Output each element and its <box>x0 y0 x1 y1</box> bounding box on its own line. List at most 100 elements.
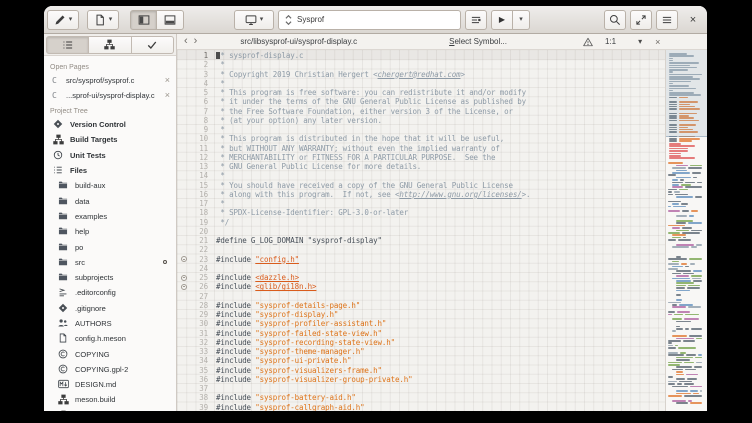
run-button[interactable]: ▶ <box>491 10 513 30</box>
gutter-diagnostic-cell[interactable] <box>177 403 190 412</box>
device-menu-button[interactable]: ▾ <box>234 10 274 30</box>
gutter-diagnostic-cell[interactable] <box>177 116 190 125</box>
code-line[interactable]: 36#include "sysprof-visualizer-group-pri… <box>177 375 665 384</box>
code-line[interactable]: 24 <box>177 264 665 273</box>
tree-item-src[interactable]: src <box>44 255 176 270</box>
gutter-diagnostic-cell[interactable] <box>177 60 190 69</box>
gutter-diagnostic-cell[interactable] <box>177 366 190 375</box>
tree-item-design-md[interactable]: DESIGN.md <box>44 377 176 392</box>
code-line[interactable]: 10 * This program is distributed in the … <box>177 134 665 143</box>
tree-item-meson-build[interactable]: meson.build <box>44 392 176 407</box>
gutter-diagnostic-cell[interactable] <box>177 181 190 190</box>
gutter-diagnostic-cell[interactable] <box>177 236 190 245</box>
gutter-diagnostic-cell[interactable] <box>177 70 190 79</box>
tree-item-help[interactable]: help <box>44 224 176 239</box>
code-line[interactable]: 8 * (at your option) any later version. <box>177 116 665 125</box>
code-line[interactable]: 35#include "sysprof-visualizers-frame.h" <box>177 366 665 375</box>
tree-item--gitignore[interactable]: .gitignore <box>44 301 176 316</box>
open-page-row[interactable]: C...sprof-ui/sysprof-display.c× <box>44 88 176 103</box>
sidebar-scroll[interactable]: Open Pages Csrc/sysprof/sysprof.c×C...sp… <box>44 56 176 411</box>
gutter-diagnostic-cell[interactable] <box>177 310 190 319</box>
code-line[interactable]: 16 * along with this program. If not, se… <box>177 190 665 199</box>
tree-item-subprojects[interactable]: subprojects <box>44 270 176 285</box>
gutter-diagnostic-cell[interactable] <box>177 375 190 384</box>
tree-item-files[interactable]: Files <box>44 163 176 178</box>
code-line[interactable]: 3 * Copyright 2019 Christian Hergert <ch… <box>177 70 665 79</box>
gutter-diagnostic-cell[interactable] <box>177 393 190 402</box>
gutter-diagnostic-cell[interactable] <box>177 301 190 310</box>
select-symbol-button[interactable]: Select Symbol... <box>449 37 507 46</box>
window-close-button[interactable]: × <box>686 14 700 26</box>
tree-item-copying-gpl-2[interactable]: COPYING.gpl-2 <box>44 362 176 377</box>
gutter-diagnostic-cell[interactable] <box>177 218 190 227</box>
code-line[interactable]: 18 * SPDX-License-Identifier: GPL-3.0-or… <box>177 208 665 217</box>
code-line[interactable]: 39#include "sysprof-callgraph-aid.h" <box>177 403 665 412</box>
goto-line-dropdown[interactable]: ▾ <box>638 38 642 46</box>
search-button[interactable] <box>604 10 626 30</box>
fullscreen-button[interactable] <box>630 10 652 30</box>
gutter-diagnostic-cell[interactable] <box>177 125 190 134</box>
gutter-diagnostic-cell[interactable] <box>177 153 190 162</box>
code-line[interactable]: 6 * it under the terms of the GNU Genera… <box>177 97 665 106</box>
code-line[interactable]: 34#include "sysprof-ui-private.h" <box>177 356 665 365</box>
forward-button[interactable]: › <box>191 36 201 47</box>
tab-tests[interactable] <box>132 36 174 54</box>
include-mark-icon[interactable] <box>181 284 187 290</box>
minimap-viewport[interactable] <box>666 50 707 137</box>
code-line[interactable]: 12 * MERCHANTABILITY or FITNESS FOR A PA… <box>177 153 665 162</box>
gutter-diagnostic-cell[interactable] <box>177 144 190 153</box>
gutter-diagnostic-cell[interactable] <box>177 338 190 347</box>
tree-item-authors[interactable]: AUTHORS <box>44 316 176 331</box>
code-line[interactable]: 17 * <box>177 199 665 208</box>
toggle-left-panel-button[interactable] <box>130 10 157 30</box>
code-line[interactable]: 32#include "sysprof-recording-state-view… <box>177 338 665 347</box>
toggle-bottom-panel-button[interactable] <box>157 10 184 30</box>
gutter-diagnostic-cell[interactable] <box>177 347 190 356</box>
gutter-diagnostic-cell[interactable] <box>177 255 190 264</box>
gutter-diagnostic-cell[interactable] <box>177 97 190 106</box>
code-line[interactable]: 33#include "sysprof-theme-manager.h" <box>177 347 665 356</box>
tree-item-examples[interactable]: examples <box>44 209 176 224</box>
code-line[interactable]: 20 <box>177 227 665 236</box>
gutter-diagnostic-cell[interactable] <box>177 199 190 208</box>
minimap[interactable] <box>665 50 707 411</box>
gutter-diagnostic-cell[interactable] <box>177 51 190 60</box>
warning-icon[interactable] <box>583 37 593 47</box>
omnibar[interactable]: Sysprof <box>278 10 461 30</box>
tree-item-data[interactable]: data <box>44 193 176 208</box>
tree-item-build-targets[interactable]: Build Targets <box>44 132 176 147</box>
code-line[interactable]: 29#include "sysprof-display.h" <box>177 310 665 319</box>
code-line[interactable]: 19 */ <box>177 218 665 227</box>
gutter-diagnostic-cell[interactable] <box>177 190 190 199</box>
code-line[interactable]: 7 * the Free Software Foundation, either… <box>177 107 665 116</box>
code-line[interactable]: 4 * <box>177 79 665 88</box>
code-line[interactable]: 37 <box>177 384 665 393</box>
code-line[interactable]: 1/* sysprof-display.c <box>177 51 665 60</box>
include-mark-icon[interactable] <box>181 275 187 281</box>
code-line[interactable]: 2 * <box>177 60 665 69</box>
gutter-diagnostic-cell[interactable] <box>177 292 190 301</box>
code-line[interactable]: 22 <box>177 245 665 254</box>
code-line[interactable]: 13 * GNU General Public License for more… <box>177 162 665 171</box>
tab-pages-list[interactable] <box>46 36 89 54</box>
tree-item-partial[interactable] <box>44 408 176 411</box>
code-line[interactable]: 25#include <dazzle.h> <box>177 273 665 282</box>
gutter-diagnostic-cell[interactable] <box>177 245 190 254</box>
code-line[interactable]: 38#include "sysprof-battery-aid.h" <box>177 393 665 402</box>
code-line[interactable]: 28#include "sysprof-details-page.h" <box>177 301 665 310</box>
code-line[interactable]: 23#include "config.h" <box>177 255 665 264</box>
surface-switcher-button[interactable]: ▾ <box>47 10 79 30</box>
code-line[interactable]: 31#include "sysprof-failed-state-view.h" <box>177 329 665 338</box>
gutter-diagnostic-cell[interactable] <box>177 171 190 180</box>
gutter-diagnostic-cell[interactable] <box>177 107 190 116</box>
gutter-diagnostic-cell[interactable] <box>177 79 190 88</box>
gutter-diagnostic-cell[interactable] <box>177 134 190 143</box>
menu-button[interactable] <box>656 10 678 30</box>
close-page-button[interactable]: × <box>655 37 660 47</box>
code-line[interactable]: 14 * <box>177 171 665 180</box>
tree-item-build-aux[interactable]: build-aux <box>44 178 176 193</box>
open-page-row[interactable]: Csrc/sysprof/sysprof.c× <box>44 73 176 88</box>
gutter-diagnostic-cell[interactable] <box>177 264 190 273</box>
gutter-diagnostic-cell[interactable] <box>177 384 190 393</box>
gutter-diagnostic-cell[interactable] <box>177 329 190 338</box>
